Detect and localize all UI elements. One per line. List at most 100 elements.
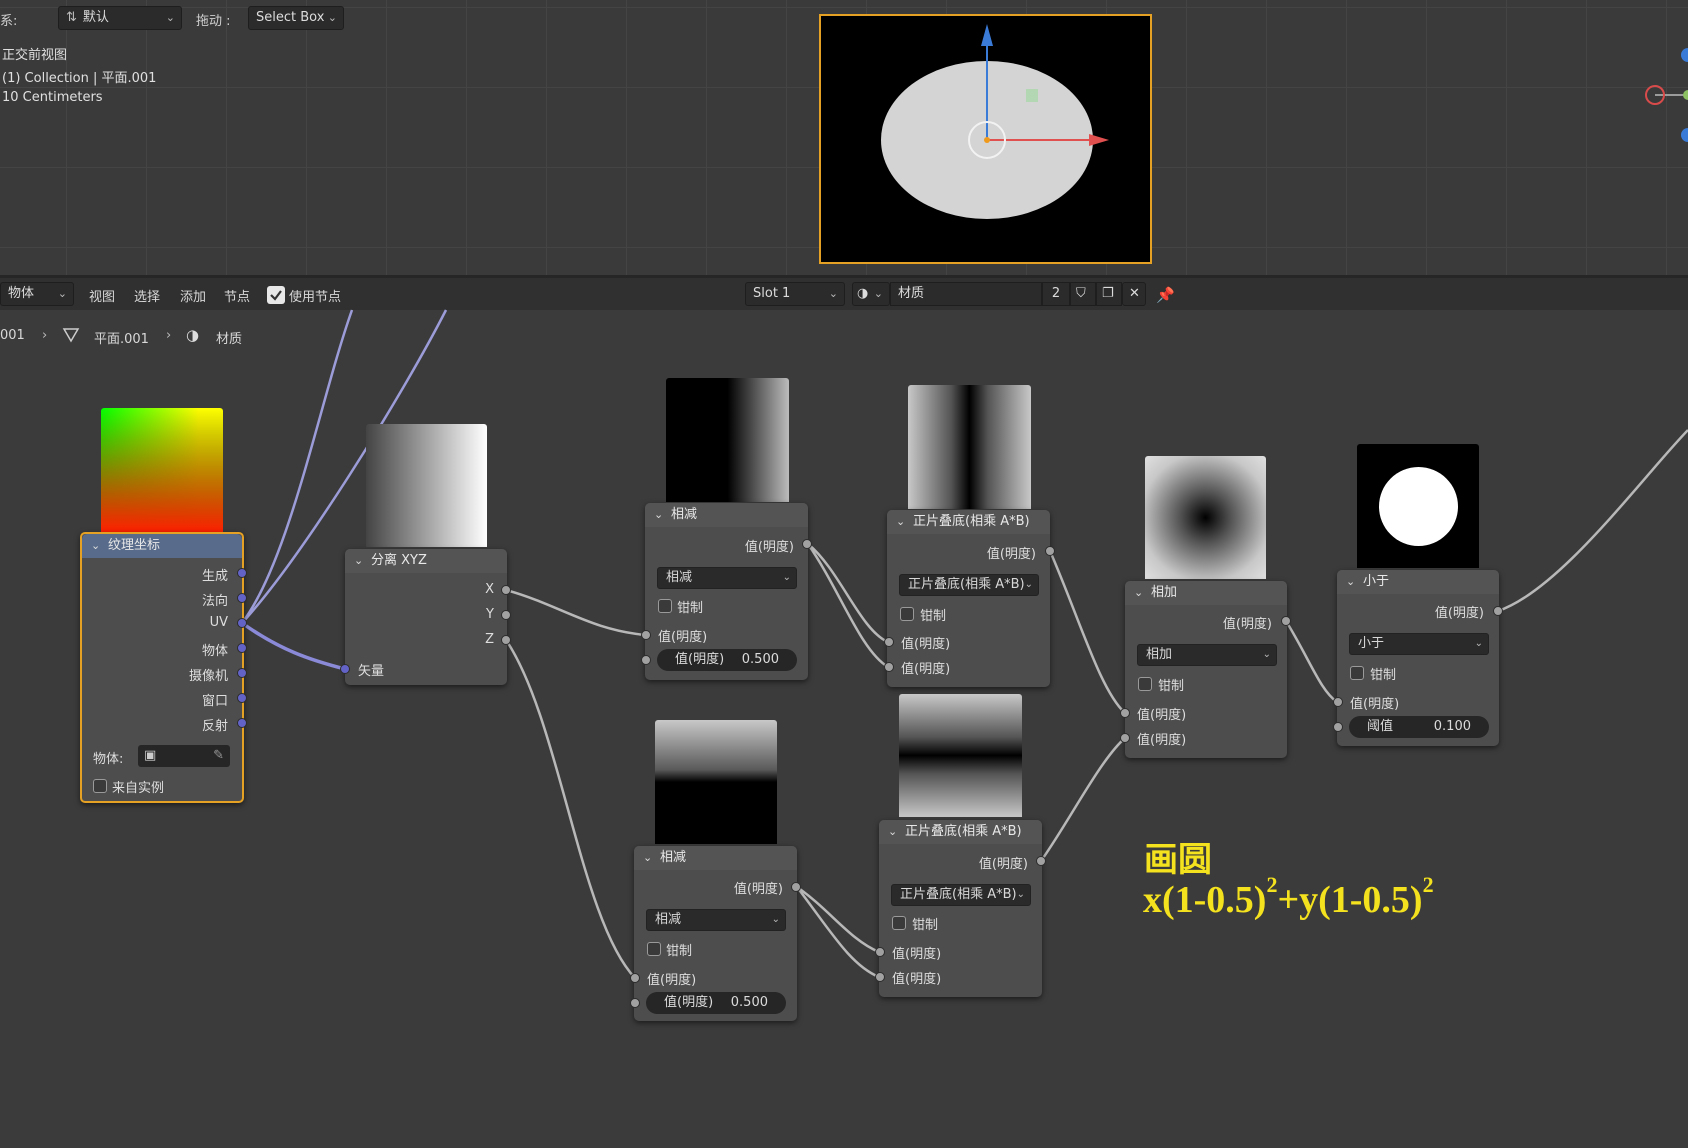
- breadcrumb-object: 001: [0, 328, 25, 343]
- user-count-button[interactable]: 2: [1042, 282, 1070, 306]
- use-nodes-label: 使用节点: [289, 290, 342, 305]
- texcoord-preview-red: [101, 408, 223, 532]
- duplicate-material-button[interactable]: ❐: [1096, 282, 1122, 306]
- socket-vector-input[interactable]: [340, 664, 350, 674]
- clamp-checkbox[interactable]: [658, 599, 672, 613]
- socket-input-a[interactable]: [630, 973, 640, 983]
- clamp-label: 钳制: [1370, 668, 1397, 683]
- socket-camera[interactable]: [237, 668, 247, 678]
- node-header[interactable]: ⌄ 小于: [1337, 570, 1499, 594]
- navigation-gizmo[interactable]: [1640, 40, 1688, 150]
- socket-input-a[interactable]: [884, 637, 894, 647]
- socket-z[interactable]: [501, 635, 511, 645]
- use-nodes-checkbox[interactable]: [267, 286, 285, 304]
- operation-dropdown[interactable]: 正片叠底(相乘 A*B) ⌄: [899, 574, 1039, 596]
- socket-output-value[interactable]: [1036, 856, 1046, 866]
- from-instancer-checkbox[interactable]: [93, 779, 107, 793]
- z-arrow-head: [981, 24, 993, 46]
- output-window: 窗口: [201, 694, 228, 709]
- editor-type-value: 物体: [8, 286, 35, 301]
- check-icon: [270, 290, 282, 301]
- 3d-viewport[interactable]: 系: ⇅ 默认 ⌄ 拖动 : Select Box ⌄ 正交前视图 (1) Col…: [0, 0, 1688, 275]
- operation-dropdown[interactable]: 小于 ⌄: [1349, 633, 1489, 655]
- node-header[interactable]: ⌄ 正片叠底(相乘 A*B): [887, 510, 1050, 534]
- menu-add[interactable]: 添加: [180, 286, 206, 305]
- editor-type-dropdown[interactable]: 物体 ⌄: [0, 282, 74, 306]
- socket-input-b[interactable]: [1120, 733, 1130, 743]
- origin-dot: [984, 137, 990, 143]
- socket-generated[interactable]: [237, 568, 247, 578]
- input-b-field[interactable]: 值(明度) 0.500: [657, 649, 797, 671]
- node-header[interactable]: ⌄ 相减: [645, 503, 808, 527]
- material-browse-button[interactable]: ◑ ⌄: [852, 282, 890, 306]
- socket-reflection[interactable]: [237, 718, 247, 728]
- input-b-label: 值(明度): [1137, 733, 1187, 748]
- socket-output-value[interactable]: [1045, 546, 1055, 556]
- socket-output-value[interactable]: [1281, 616, 1291, 626]
- socket-input-a[interactable]: [1333, 697, 1343, 707]
- node-header[interactable]: ⌄ 纹理坐标: [82, 534, 242, 558]
- slot-dropdown[interactable]: Slot 1 ⌄: [745, 282, 845, 306]
- output-value: 值(明度): [744, 540, 794, 555]
- clamp-checkbox[interactable]: [892, 916, 906, 930]
- socket-window[interactable]: [237, 693, 247, 703]
- node-header[interactable]: ⌄ 相加: [1125, 581, 1287, 605]
- unlink-material-button[interactable]: ✕: [1122, 282, 1146, 306]
- clamp-checkbox[interactable]: [1350, 666, 1364, 680]
- socket-x[interactable]: [501, 585, 511, 595]
- material-name-field[interactable]: 材质: [890, 282, 1042, 306]
- output-value: 值(明度): [733, 882, 783, 897]
- coord-system-dropdown[interactable]: ⇅ 默认 ⌄: [58, 6, 182, 30]
- menu-node[interactable]: 节点: [224, 286, 250, 305]
- clamp-checkbox[interactable]: [1138, 677, 1152, 691]
- pin-icon[interactable]: 📌: [1156, 286, 1175, 304]
- chevron-down-icon: ⌄: [1134, 586, 1144, 599]
- menu-select[interactable]: 选择: [134, 286, 160, 305]
- threshold-field[interactable]: 阈值 0.100: [1349, 716, 1489, 738]
- operation-dropdown[interactable]: 正片叠底(相乘 A*B) ⌄: [891, 884, 1031, 906]
- socket-input-b[interactable]: [875, 972, 885, 982]
- input-b-field[interactable]: 值(明度) 0.500: [646, 992, 786, 1014]
- input-a-label: 值(明度): [647, 973, 697, 988]
- menu-view[interactable]: 视图: [89, 286, 115, 305]
- input-a-label: 值(明度): [1137, 708, 1187, 723]
- node-header[interactable]: ⌄ 正片叠底(相乘 A*B): [879, 820, 1042, 844]
- socket-input-b[interactable]: [630, 998, 640, 1008]
- socket-threshold[interactable]: [1333, 722, 1343, 732]
- socket-input-a[interactable]: [641, 630, 651, 640]
- socket-object[interactable]: [237, 643, 247, 653]
- chevron-down-icon: ⌄: [1474, 638, 1483, 649]
- chevron-down-icon: ⌄: [1024, 579, 1033, 590]
- socket-input-a[interactable]: [1120, 708, 1130, 718]
- socket-output-value[interactable]: [802, 539, 812, 549]
- clamp-checkbox[interactable]: [647, 942, 661, 956]
- socket-uv[interactable]: [237, 618, 247, 628]
- drag-mode-dropdown[interactable]: Select Box ⌄: [248, 6, 344, 30]
- socket-y[interactable]: [501, 610, 511, 620]
- chevron-down-icon: ⌄: [896, 515, 906, 528]
- copy-icon: ❐: [1102, 286, 1114, 301]
- socket-normal[interactable]: [237, 593, 247, 603]
- socket-output-value[interactable]: [791, 882, 801, 892]
- operation-value: 相减: [655, 912, 682, 927]
- socket-input-a[interactable]: [875, 947, 885, 957]
- socket-output-value[interactable]: [1493, 606, 1503, 616]
- node-title: 相减: [660, 850, 687, 865]
- operation-dropdown[interactable]: 相减 ⌄: [657, 567, 797, 589]
- socket-input-b[interactable]: [884, 662, 894, 672]
- operation-dropdown[interactable]: 相减 ⌄: [646, 909, 786, 931]
- subtract-bottom-preview: [655, 720, 777, 844]
- material-name-value: 材质: [898, 286, 925, 301]
- object-field[interactable]: ▣ ✎: [138, 745, 230, 767]
- operation-dropdown[interactable]: 相加 ⌄: [1137, 644, 1277, 666]
- fake-user-button[interactable]: ⛉: [1070, 282, 1096, 306]
- clamp-checkbox[interactable]: [900, 607, 914, 621]
- socket-input-b[interactable]: [641, 655, 651, 665]
- chevron-right-icon: ›: [42, 328, 48, 343]
- node-header[interactable]: ⌄ 分离 XYZ: [345, 549, 507, 573]
- input-b-label: 值(明度): [664, 995, 714, 1010]
- selected-plane-object[interactable]: [819, 14, 1152, 264]
- input-vector: 矢量: [358, 664, 385, 679]
- eyedropper-icon[interactable]: ✎: [213, 745, 224, 767]
- node-header[interactable]: ⌄ 相减: [634, 846, 797, 870]
